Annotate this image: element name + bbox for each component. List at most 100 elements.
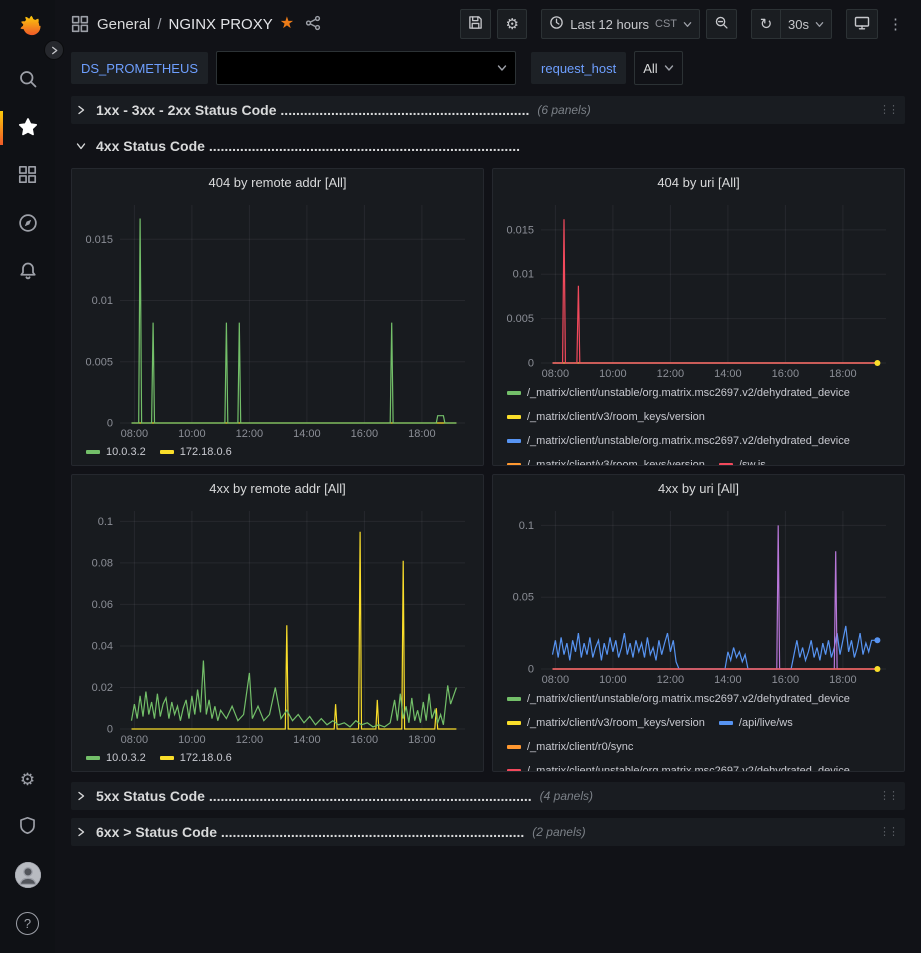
breadcrumb-folder[interactable]: General xyxy=(97,16,150,33)
sidebar-item-explore[interactable] xyxy=(0,200,55,248)
bell-icon xyxy=(18,261,38,284)
refresh-interval-label: 30s xyxy=(788,17,809,32)
svg-text:18:00: 18:00 xyxy=(408,734,436,746)
legend-item[interactable]: /_matrix/client/unstable/org.matrix.msc2… xyxy=(507,759,850,771)
panel-title[interactable]: 4xx by remote addr [All] xyxy=(80,475,475,501)
row-title: 4xx Status Code ........................… xyxy=(96,138,520,154)
row-title: 6xx > Status Code ......................… xyxy=(96,824,524,840)
series-color-swatch xyxy=(719,463,733,465)
drag-handle[interactable]: ⋮⋮ xyxy=(879,105,897,116)
series-color-swatch xyxy=(507,769,521,771)
sidebar-item-server-admin[interactable] xyxy=(0,803,55,851)
avatar-icon xyxy=(15,862,41,888)
svg-text:0.005: 0.005 xyxy=(85,356,113,368)
time-series-chart[interactable]: 00.050.108:0010:0012:0014:0016:0018:00 xyxy=(501,501,896,687)
series-color-swatch xyxy=(507,697,521,701)
legend-label: /_matrix/client/unstable/org.matrix.msc2… xyxy=(527,435,850,447)
request-host-variable-select[interactable]: All xyxy=(634,51,682,85)
svg-text:10:00: 10:00 xyxy=(178,734,206,746)
star-icon xyxy=(18,117,38,140)
panel-legend: 10.0.3.2 172.18.0.6 xyxy=(80,441,475,463)
sidebar-item-help[interactable]: ? xyxy=(0,899,55,947)
refresh-button[interactable]: ↻ xyxy=(751,9,781,39)
series-color-swatch xyxy=(160,450,174,454)
sidebar-item-configuration[interactable]: ⚙ xyxy=(0,755,55,803)
time-series-chart[interactable]: 00.0050.010.01508:0010:0012:0014:0016:00… xyxy=(501,195,896,381)
dashboard-settings-button[interactable]: ⚙ xyxy=(497,9,527,39)
datasource-variable-select[interactable] xyxy=(216,51,516,85)
legend-item[interactable]: /_matrix/client/unstable/org.matrix.msc2… xyxy=(507,429,850,453)
legend-item[interactable]: /_matrix/client/unstable/org.matrix.msc2… xyxy=(507,687,850,711)
legend-item[interactable]: /_matrix/client/unstable/org.matrix.msc2… xyxy=(507,381,850,405)
time-series-chart[interactable]: 00.0050.010.01508:0010:0012:0014:0016:00… xyxy=(80,195,475,441)
svg-text:16:00: 16:00 xyxy=(351,428,379,440)
row-title: 1xx - 3xx - 2xx Status Code ............… xyxy=(96,102,529,118)
svg-text:0.01: 0.01 xyxy=(92,295,113,307)
save-dashboard-button[interactable] xyxy=(460,9,491,39)
series-color-swatch xyxy=(86,450,100,454)
sidebar: ⚙ ? xyxy=(0,0,55,953)
sidebar-item-starred[interactable] xyxy=(0,104,55,152)
search-button[interactable] xyxy=(0,56,55,104)
svg-text:08:00: 08:00 xyxy=(542,674,570,686)
series-color-swatch xyxy=(507,439,521,443)
row-5xx[interactable]: 5xx Status Code ........................… xyxy=(71,782,905,810)
panel-title[interactable]: 4xx by uri [All] xyxy=(501,475,896,501)
grafana-logo-icon[interactable] xyxy=(13,12,43,42)
breadcrumb: General / NGINX PROXY ★ xyxy=(97,11,325,38)
datasource-variable-label[interactable]: DS_PROMETHEUS xyxy=(71,52,208,84)
drag-handle[interactable]: ⋮⋮ xyxy=(879,791,897,802)
panel-title[interactable]: 404 by uri [All] xyxy=(501,169,896,195)
series-color-swatch xyxy=(507,415,521,419)
monitor-icon xyxy=(854,15,870,34)
time-range-picker[interactable]: Last 12 hours CST xyxy=(541,9,700,39)
svg-text:18:00: 18:00 xyxy=(408,428,436,440)
svg-text:14:00: 14:00 xyxy=(293,734,321,746)
timezone-label: CST xyxy=(655,18,677,30)
sidebar-expand-button[interactable] xyxy=(44,40,64,60)
svg-text:08:00: 08:00 xyxy=(542,368,570,380)
panel-4xx-by-remote-addr: 4xx by remote addr [All] 00.020.040.060.… xyxy=(71,474,484,772)
svg-text:0.015: 0.015 xyxy=(506,224,534,236)
dashboard-title[interactable]: NGINX PROXY xyxy=(169,16,273,33)
svg-text:08:00: 08:00 xyxy=(121,734,149,746)
breadcrumb-separator: / xyxy=(157,16,161,33)
series-color-swatch xyxy=(507,391,521,395)
request-host-variable-label[interactable]: request_host xyxy=(531,52,626,84)
svg-text:10:00: 10:00 xyxy=(178,428,206,440)
kebab-menu-button[interactable]: ⋮ xyxy=(884,13,907,36)
legend-item[interactable]: 10.0.3.2 xyxy=(86,441,146,463)
drag-handle[interactable]: ⋮⋮ xyxy=(879,827,897,838)
legend-item[interactable]: /api/live/ws xyxy=(719,711,793,735)
tv-mode-button[interactable] xyxy=(846,9,878,39)
share-button[interactable] xyxy=(301,11,325,38)
legend-item[interactable]: /_matrix/client/v3/room_keys/version xyxy=(507,453,705,465)
chevron-down-icon xyxy=(497,63,507,73)
svg-text:12:00: 12:00 xyxy=(657,674,685,686)
svg-text:10:00: 10:00 xyxy=(599,368,627,380)
row-4xx[interactable]: 4xx Status Code ........................… xyxy=(71,132,905,160)
legend-item[interactable]: /_matrix/client/r0/sync xyxy=(507,735,633,759)
legend-item[interactable]: 172.18.0.6 xyxy=(160,441,232,463)
zoom-out-button[interactable] xyxy=(706,9,737,39)
row-6xx[interactable]: 6xx > Status Code ......................… xyxy=(71,818,905,846)
panel-legend: 10.0.3.2 172.18.0.6 xyxy=(80,747,475,769)
legend-item[interactable]: /sw.js xyxy=(719,453,766,465)
chevron-down-icon xyxy=(76,141,88,151)
legend-label: 172.18.0.6 xyxy=(180,446,232,458)
row-1xx-3xx-2xx[interactable]: 1xx - 3xx - 2xx Status Code ............… xyxy=(71,96,905,124)
series-color-swatch xyxy=(86,756,100,760)
svg-text:0.06: 0.06 xyxy=(92,599,113,611)
user-avatar[interactable] xyxy=(0,851,55,899)
legend-item[interactable]: 10.0.3.2 xyxy=(86,747,146,769)
time-series-chart[interactable]: 00.020.040.060.080.108:0010:0012:0014:00… xyxy=(80,501,475,747)
legend-item[interactable]: /_matrix/client/v3/room_keys/version xyxy=(507,711,705,735)
sidebar-item-dashboards[interactable] xyxy=(0,152,55,200)
sidebar-item-alerting[interactable] xyxy=(0,248,55,296)
favorite-star-icon[interactable]: ★ xyxy=(280,16,294,32)
panel-title[interactable]: 404 by remote addr [All] xyxy=(80,169,475,195)
refresh-interval-picker[interactable]: 30s xyxy=(781,9,832,39)
legend-item[interactable]: 172.18.0.6 xyxy=(160,747,232,769)
legend-label: /_matrix/client/unstable/org.matrix.msc2… xyxy=(527,765,850,771)
legend-item[interactable]: /_matrix/client/v3/room_keys/version xyxy=(507,405,705,429)
